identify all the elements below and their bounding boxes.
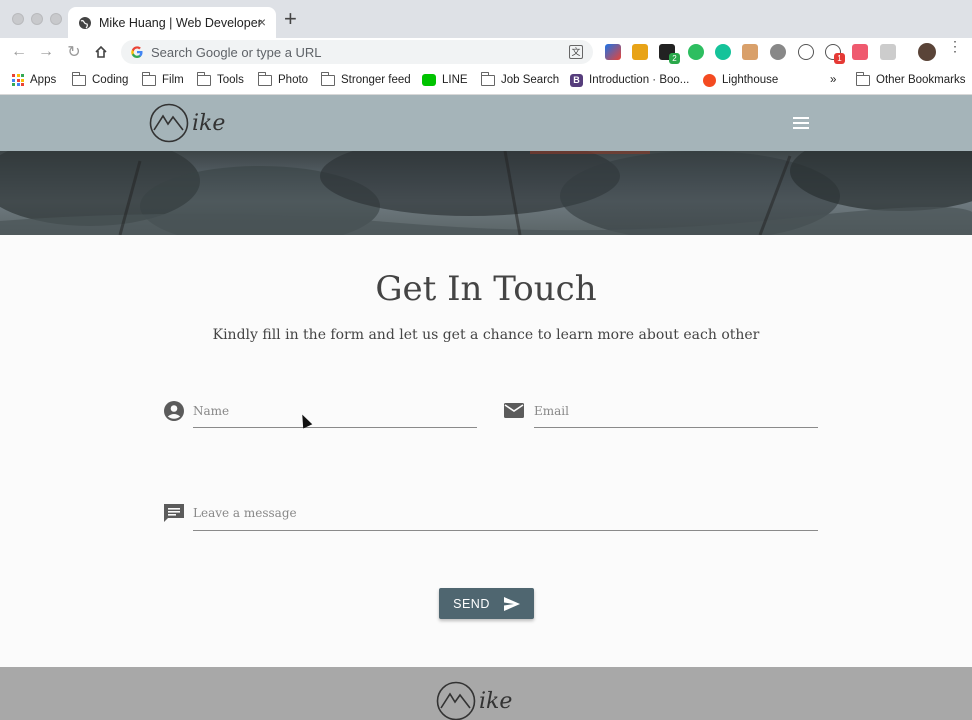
mountain-logo-icon (149, 103, 189, 143)
message-bubble-icon (164, 504, 184, 522)
window-minimize-button[interactable] (31, 13, 43, 25)
folder-icon (257, 71, 272, 86)
browser-tab-strip: Mike Huang | Web Developer × + (0, 0, 972, 38)
bookmark-lighthouse[interactable]: Lighthouse (703, 72, 778, 88)
contact-heading: Get In Touch (375, 269, 597, 309)
bookmark-line[interactable]: LINE (422, 72, 468, 88)
extension-face-icon[interactable] (742, 44, 758, 60)
site-footer: ike (0, 667, 972, 720)
bookmark-stronger-feed[interactable]: Stronger feed (320, 71, 411, 88)
footer-logo-text: ike (479, 688, 513, 714)
footer-logo[interactable]: ike (436, 681, 512, 720)
google-g-icon (131, 46, 143, 58)
folder-icon (480, 71, 495, 86)
contact-subheading: Kindly fill in the form and let us get a… (212, 327, 760, 343)
bookmark-label: Other Bookmarks (876, 74, 966, 86)
email-input[interactable] (534, 404, 818, 428)
bookmark-label: Stronger feed (341, 74, 411, 86)
line-app-icon (422, 74, 436, 86)
message-textarea[interactable] (193, 506, 818, 531)
reload-icon[interactable]: ↻ (64, 42, 84, 62)
folder-icon (320, 71, 335, 86)
profile-avatar[interactable] (918, 43, 936, 61)
message-field (163, 502, 819, 534)
back-arrow-icon[interactable]: ← (9, 42, 29, 62)
send-paper-plane-icon (503, 596, 520, 611)
email-envelope-icon (504, 403, 524, 418)
bookmark-tools[interactable]: Tools (196, 71, 244, 88)
apps-grid-icon (12, 74, 24, 86)
tab-title: Mike Huang | Web Developer (99, 15, 262, 30)
lighthouse-icon (703, 73, 716, 87)
bookmark-label: Tools (217, 74, 244, 86)
bookmark-label: Film (162, 74, 184, 86)
email-field (503, 400, 819, 432)
send-button-label: SEND (453, 596, 490, 611)
send-button[interactable]: SEND (439, 588, 534, 619)
grammarly-icon[interactable] (715, 44, 731, 60)
other-bookmarks[interactable]: Other Bookmarks (855, 71, 966, 88)
forward-arrow-icon[interactable]: → (36, 42, 56, 62)
bookmark-label: Introduction · Boo... (589, 74, 690, 86)
extension-badge-count: 1 (834, 53, 845, 64)
bookmark-label: Apps (30, 74, 57, 86)
extension-badge-count: 2 (669, 53, 680, 64)
folder-icon (141, 71, 156, 86)
bookmark-film[interactable]: Film (141, 71, 184, 88)
bookmark-introduction[interactable]: B Introduction · Boo... (570, 72, 689, 88)
bookmark-label: Job Search (501, 74, 560, 86)
name-input[interactable] (193, 404, 477, 428)
web-page: ike Get In Touch Kindly fill in the form… (0, 95, 972, 720)
bookmark-coding[interactable]: Coding (71, 71, 129, 88)
mountain-logo-icon (436, 681, 476, 720)
bookmark-label: Photo (278, 74, 309, 86)
browser-toolbar: ← → ↻ 文 2 1 ⋮ (0, 38, 972, 67)
translate-icon[interactable]: 文 (569, 45, 583, 59)
more-bookmarks-button[interactable]: » (830, 72, 836, 88)
browser-menu-icon[interactable]: ⋮ (948, 39, 962, 53)
extension-code-icon[interactable] (798, 44, 814, 60)
bootstrap-icon: B (570, 73, 583, 87)
logo-text: ike (192, 110, 226, 136)
address-input[interactable] (151, 44, 551, 60)
bookmarks-bar: Apps Coding Film Tools Photo Stronger fe… (0, 67, 972, 95)
hero-banner-image (0, 151, 972, 235)
window-close-button[interactable] (12, 13, 24, 25)
address-bar[interactable]: 文 (121, 40, 593, 64)
bookmark-apps[interactable]: Apps (12, 72, 56, 88)
contact-section: Get In Touch Kindly fill in the form and… (0, 235, 972, 667)
extension-pinwheel-icon[interactable] (632, 44, 648, 60)
bookmark-label: Lighthouse (722, 74, 779, 86)
bookmark-photo[interactable]: Photo (257, 71, 309, 88)
name-field (163, 400, 478, 432)
hamburger-menu-icon[interactable] (793, 117, 809, 129)
globe-icon (79, 16, 91, 29)
tab-close-icon[interactable]: × (258, 15, 266, 29)
extension-m-icon[interactable] (852, 44, 868, 60)
evernote-icon[interactable] (688, 44, 704, 60)
bookmark-label: Coding (92, 74, 129, 86)
site-navbar: ike (0, 95, 972, 151)
folder-icon (855, 71, 870, 86)
home-icon[interactable] (91, 42, 111, 62)
folder-icon (71, 71, 86, 86)
bookmark-label: LINE (442, 74, 468, 86)
bug-icon[interactable] (770, 44, 786, 60)
site-logo[interactable]: ike (149, 103, 225, 143)
extension-arc-icon[interactable] (605, 44, 621, 60)
window-maximize-button[interactable] (50, 13, 62, 25)
folder-icon (196, 71, 211, 86)
account-circle-icon (164, 401, 184, 421)
browser-tab-active[interactable]: Mike Huang | Web Developer × (68, 7, 276, 38)
bookmark-job-search[interactable]: Job Search (480, 71, 560, 88)
new-tab-button[interactable]: + (284, 8, 297, 30)
extension-blank-icon[interactable] (880, 44, 896, 60)
